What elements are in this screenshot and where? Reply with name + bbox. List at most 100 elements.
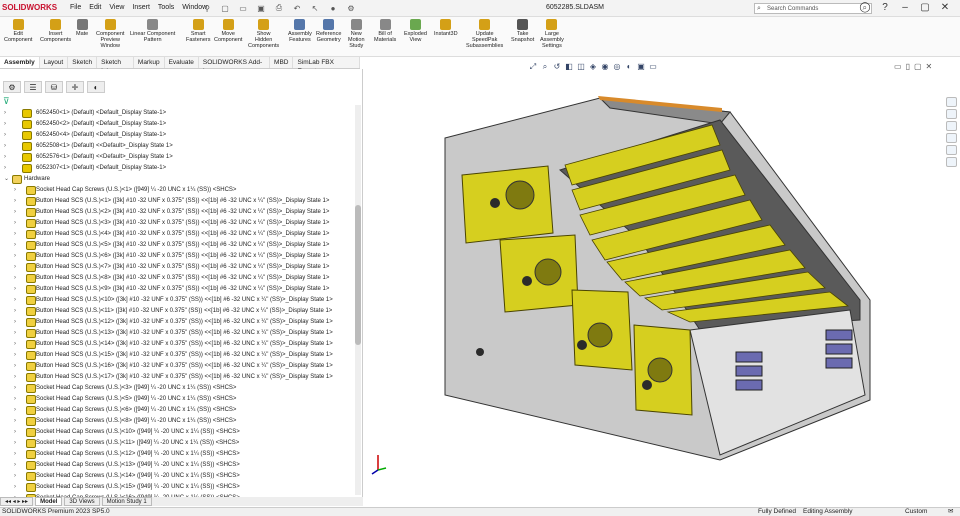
tab-nav-arrows[interactable]: ◂◂ ◂ ▸ ▸▸ (0, 497, 34, 506)
display-style-icon[interactable]: ◉ (600, 62, 610, 71)
menu-edit[interactable]: Edit (89, 4, 101, 11)
expand-arrow-icon[interactable]: › (14, 350, 16, 361)
tab-assembly[interactable]: Assembly (0, 57, 40, 68)
expand-arrow-icon[interactable]: › (4, 141, 6, 152)
tree-item[interactable]: › Button Head SCS (U.S.)<15> ([3k] #10 -3… (4, 350, 354, 361)
tab-3d-views[interactable]: 3D Views (64, 497, 100, 506)
tree-item[interactable]: › Button Head SCS (U.S.)<5> ([3k] #10 -32… (4, 240, 354, 251)
tree-item[interactable]: › Button Head SCS (U.S.)<4> ([3k] #10 -32… (4, 229, 354, 240)
tree-item[interactable]: › Button Head SCS (U.S.)<2> ([3k] #10 -32… (4, 207, 354, 218)
tree-item[interactable]: › Button Head SCS (U.S.)<11> ([3k] #10 -3… (4, 306, 354, 317)
tab-model[interactable]: Model (35, 497, 63, 506)
expand-arrow-icon[interactable]: › (14, 185, 16, 196)
ribbon-preview-window-button[interactable]: Component Preview Window (96, 19, 124, 49)
tree-item[interactable]: › Socket Head Cap Screws (U.S.)<5> ([949]… (4, 394, 354, 405)
viewport-max-icon[interactable]: ▢ (914, 62, 922, 71)
graphics-area[interactable] (365, 60, 943, 506)
tree-item[interactable]: › 6052450<4> (Default) <Default_Display S… (4, 130, 354, 141)
tree-item[interactable]: › Button Head SCS (U.S.)<9> ([3k] #10 -32… (4, 284, 354, 295)
expand-arrow-icon[interactable]: › (14, 317, 16, 328)
design-library-icon[interactable] (946, 121, 957, 131)
filter-icon[interactable]: ⊽ (3, 96, 10, 107)
tree-item[interactable]: › Button Head SCS (U.S.)<16> ([3k] #10 -3… (4, 361, 354, 372)
tree-item[interactable]: › Button Head SCS (U.S.)<17> ([3k] #10 -3… (4, 372, 354, 383)
tree-item[interactable]: › 6052576<1> (Default) <<Default>_Display… (4, 152, 354, 163)
tree-item[interactable]: › Socket Head Cap Screws (U.S.)<6> ([949]… (4, 405, 354, 416)
menu-file[interactable]: File (70, 4, 81, 11)
close-icon[interactable]: ✕ (938, 2, 952, 13)
open-icon[interactable]: ▭ (236, 2, 250, 14)
view-settings-icon[interactable]: ▭ (648, 62, 658, 71)
expand-arrow-icon[interactable]: › (14, 306, 16, 317)
ribbon-snapshot-button[interactable]: Take Snapshot (511, 19, 534, 43)
tree-item[interactable]: › Button Head SCS (U.S.)<6> ([3k] #10 -32… (4, 251, 354, 262)
expand-arrow-icon[interactable]: › (14, 339, 16, 350)
apply-scene-icon[interactable]: ▣ (636, 62, 646, 71)
expand-arrow-icon[interactable]: › (14, 229, 16, 240)
tab-layout[interactable]: Layout (40, 57, 69, 68)
viewport-minimize-icon[interactable]: ▭ (894, 62, 902, 71)
appearances-icon[interactable] (946, 145, 957, 155)
tree-item[interactable]: › Socket Head Cap Screws (U.S.)<12> ([949… (4, 449, 354, 460)
home-icon[interactable] (946, 97, 957, 107)
expand-arrow-icon[interactable]: › (14, 471, 16, 482)
expand-arrow-icon[interactable]: › (4, 163, 6, 174)
search-commands-input[interactable]: ⌕ Search Commands ⌕ (754, 3, 872, 14)
ribbon-exploded-view-button[interactable]: Exploded View (404, 19, 427, 43)
ribbon-instant3d-button[interactable]: Instant3D (434, 19, 458, 37)
ribbon-show-hidden-button[interactable]: Show Hidden Components (248, 19, 279, 49)
expand-arrow-icon[interactable]: › (14, 328, 16, 339)
ribbon-insert-components-button[interactable]: Insert Components (40, 19, 71, 43)
tree-item[interactable]: › 6052307<1> (Default) <Default_Display S… (4, 163, 354, 174)
menu-view[interactable]: View (109, 4, 124, 11)
ribbon-edit-component-button[interactable]: Edit Component (4, 19, 32, 43)
help-icon[interactable]: ? (878, 2, 892, 13)
ribbon-reference-geometry-button[interactable]: Reference Geometry (316, 19, 341, 43)
zoom-area-icon[interactable]: ⌕ (540, 62, 550, 71)
menu-insert[interactable]: Insert (132, 4, 150, 11)
tree-item[interactable]: › Socket Head Cap Screws (U.S.)<15> ([949… (4, 482, 354, 493)
expand-arrow-icon[interactable]: › (14, 295, 16, 306)
file-explorer-icon[interactable] (946, 133, 957, 143)
expand-arrow-icon[interactable]: › (14, 383, 16, 394)
tab-simlab-fbx-exporter[interactable]: SimLab FBX Exporter (293, 57, 360, 75)
tree-item[interactable]: › Button Head SCS (U.S.)<3> ([3k] #10 -32… (4, 218, 354, 229)
tree-item[interactable]: › 6052508<1> (Default) <<Default>_Display… (4, 141, 354, 152)
ribbon-bom-button[interactable]: Bill of Materials (374, 19, 396, 43)
expand-arrow-icon[interactable]: › (14, 460, 16, 471)
user-icon[interactable]: ◯ (858, 2, 872, 13)
section-view-icon[interactable]: ◧ (564, 62, 574, 71)
tab-motion-study-1[interactable]: Motion Study 1 (101, 497, 152, 506)
tab-sketch[interactable]: Sketch (68, 57, 98, 68)
tree-item[interactable]: › Socket Head Cap Screws (U.S.)<14> ([949… (4, 471, 354, 482)
menu-tools[interactable]: Tools (158, 4, 174, 11)
edit-appearance-icon[interactable]: ◐ (624, 62, 634, 71)
tree-item[interactable]: › Button Head SCS (U.S.)<10> ([3k] #10 -3… (4, 295, 354, 306)
ribbon-assembly-features-button[interactable]: Assembly Features (288, 19, 312, 43)
resources-icon[interactable] (946, 109, 957, 119)
tab-markup[interactable]: Markup (134, 57, 165, 68)
tree-item[interactable]: › Socket Head Cap Screws (U.S.)<13> ([949… (4, 460, 354, 471)
units-dropdown[interactable]: Custom (905, 508, 927, 516)
expand-arrow-icon[interactable]: › (14, 449, 16, 460)
ribbon-speedpak-button[interactable]: Update SpeedPak Subassemblies (466, 19, 503, 49)
pin-icon[interactable]: ⚲ (200, 2, 214, 14)
expand-arrow-icon[interactable]: › (14, 438, 16, 449)
tree-item[interactable]: › Button Head SCS (U.S.)<12> ([3k] #10 -3… (4, 317, 354, 328)
tab-sketch-ink[interactable]: Sketch Ink (97, 57, 134, 75)
expand-arrow-icon[interactable]: › (14, 262, 16, 273)
viewport-close-icon[interactable]: ✕ (926, 62, 933, 71)
custom-properties-icon[interactable] (946, 157, 957, 167)
new-document-icon[interactable]: ▢ (218, 2, 232, 14)
expand-arrow-icon[interactable]: › (14, 273, 16, 284)
expand-arrow-icon[interactable]: › (14, 482, 16, 493)
expand-arrow-icon[interactable]: › (14, 361, 16, 372)
zoom-to-fit-icon[interactable]: ⤢ (528, 62, 538, 71)
tab-solidworks-add-ins[interactable]: SOLIDWORKS Add-Ins (199, 57, 271, 75)
tree-item[interactable]: › Button Head SCS (U.S.)<14> ([3k] #10 -3… (4, 339, 354, 350)
expand-arrow-icon[interactable]: ⌄ (4, 174, 9, 185)
hardware-folder[interactable]: ⌄ Hardware (4, 174, 354, 185)
undo-icon[interactable]: ↶ (290, 2, 304, 14)
viewport-tile-icon[interactable]: ▯ (906, 62, 910, 71)
expand-arrow-icon[interactable]: › (14, 240, 16, 251)
